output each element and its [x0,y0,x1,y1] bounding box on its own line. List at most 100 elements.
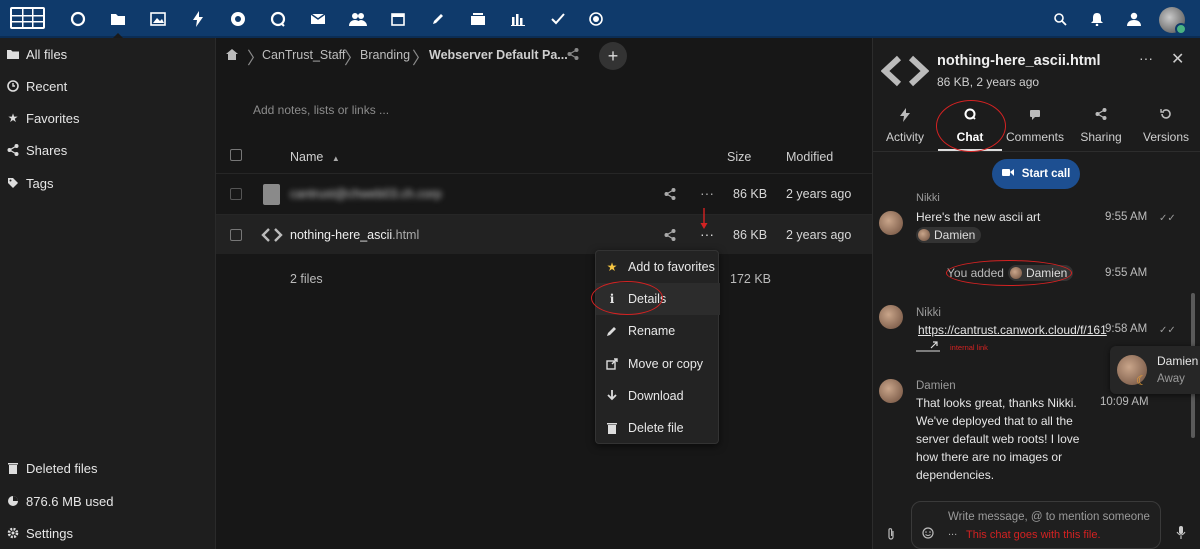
sidebar-item-shares[interactable]: Shares [0,135,216,165]
share-icon[interactable] [664,229,676,244]
sidebar-item-tags[interactable]: Tags [0,168,216,198]
comment-icon [1003,108,1067,124]
row-checkbox[interactable] [230,188,242,200]
checkmark-icon: ✓✓ [1159,213,1176,224]
emoji-icon[interactable] [922,527,934,542]
table-row-selected[interactable]: nothing-here_ascii.html ··· 86 KB 2 year… [216,214,872,254]
circles-icon[interactable] [228,9,248,29]
tab-comments[interactable]: Comments [1003,108,1067,144]
contacts-icon[interactable] [348,9,368,29]
start-call-label: Start call [1021,168,1071,180]
menu-item-download[interactable]: Download [596,380,720,412]
talk-icon [938,108,1002,124]
avatar[interactable] [879,211,903,235]
tab-label: Versions [1142,130,1190,144]
message-input[interactable]: Write message, @ to mention someone [948,511,1150,523]
mail-icon[interactable] [308,9,328,29]
file-count: 2 files [290,272,323,286]
sidebar-item-settings[interactable]: Settings [0,518,216,548]
files-icon[interactable] [108,9,128,38]
total-size: 172 KB [730,272,772,286]
sidebar-item-all-files[interactable]: All files [0,39,216,69]
file-name[interactable]: cantrust@chweb03.ch.corp [290,187,442,201]
star-icon: ★ [606,260,618,274]
bell-icon[interactable] [1087,9,1107,29]
message-link[interactable]: https://cantrust.canwork.cloud/f/161 [918,321,1107,339]
dashboard-icon[interactable] [68,9,88,29]
sidebar-item-recent[interactable]: Recent [0,71,216,101]
file-name[interactable]: nothing-here_ascii.html [290,228,419,242]
tab-sharing[interactable]: Sharing [1069,108,1133,144]
share-folder-icon[interactable] [567,48,579,63]
menu-item-delete-file[interactable]: Delete file [596,412,720,444]
message-time: 9:55 AM [1105,267,1148,279]
open-link-icon[interactable] [916,340,942,355]
attachment-icon[interactable] [887,527,895,543]
talk-icon[interactable] [268,9,288,29]
gear-icon [0,527,26,539]
breadcrumb-current[interactable]: Webserver Default Pa... [429,48,568,62]
more-options-icon[interactable]: ··· [1139,50,1153,66]
column-header-name[interactable]: Name ▲ [290,150,340,164]
menu-item-rename[interactable]: Rename [596,315,720,347]
contacts-menu-icon[interactable] [1124,9,1144,29]
avatar [918,229,930,241]
annotation-internal-link: internal link [950,343,988,352]
user-avatar[interactable] [1159,7,1187,35]
tab-chat[interactable]: Chat [938,108,1002,144]
table-row[interactable]: cantrust@chweb03.ch.corp ··· 86 KB 2 yea… [216,173,872,213]
mention-chip[interactable]: Damien [916,227,982,244]
breadcrumb-item[interactable]: Branding [360,48,410,62]
calendar-icon[interactable] [388,9,408,29]
sidebar-item-deleted-files[interactable]: Deleted files [0,453,216,483]
column-header-name-label: Name [290,150,324,164]
menu-item-move-or-copy[interactable]: Move or copy [596,348,720,380]
notes-icon[interactable] [428,9,448,29]
notes-input[interactable]: Add notes, lists or links ... [253,103,389,117]
menu-item-label: Add to favorites [628,260,715,274]
start-call-button[interactable]: Start call [992,159,1080,189]
menu-item-add-to-favorites[interactable]: ★ Add to favorites [596,251,720,283]
tabs-divider [873,151,1200,152]
message-author: Nikki [916,307,941,319]
menu-item-details[interactable]: i Details [596,283,720,315]
activity-icon[interactable] [188,9,208,29]
sidebar-item-favorites[interactable]: ★ Favorites [0,103,216,133]
row-checkbox[interactable] [230,229,242,241]
file-extension: .html [392,228,420,242]
mention-chip[interactable]: Damien [1007,265,1074,281]
pencil-icon [596,325,628,337]
mention-name: Damien [934,228,976,242]
presence-card[interactable]: ☾ Damien Away [1110,346,1200,394]
app-logo[interactable] [10,7,45,29]
message-author: Damien [916,380,956,392]
message-composer[interactable]: Write message, @ to mention someone ... … [911,501,1161,549]
sidebar-item-label: Recent [26,78,68,94]
avatar[interactable] [879,305,903,329]
file-icon [263,184,280,205]
new-button[interactable]: + [599,42,627,70]
photos-icon[interactable] [148,9,168,29]
more-actions-icon[interactable]: ··· [700,185,714,201]
settings-icon[interactable] [586,9,606,29]
column-header-modified[interactable]: Modified [786,150,833,164]
avatar[interactable] [879,379,903,403]
share-icon[interactable] [664,188,676,203]
tab-versions[interactable]: Versions [1134,108,1198,144]
search-icon[interactable] [1050,9,1070,29]
tasks-icon[interactable] [548,9,568,29]
analytics-icon[interactable] [508,9,528,29]
more-icon[interactable]: ... [948,526,957,538]
microphone-icon[interactable] [1176,526,1186,542]
info-icon: i [609,292,615,306]
home-icon[interactable] [226,48,238,63]
storage-quota[interactable]: 876.6 MB used [0,486,216,516]
system-message-prefix: You added [947,266,1004,280]
breadcrumb-item[interactable]: CanTrust_Staff [262,48,345,62]
column-header-size[interactable]: Size [727,150,751,164]
close-icon[interactable]: ✕ [1171,49,1184,69]
tab-activity[interactable]: Activity [873,108,937,144]
deck-icon[interactable] [468,9,488,29]
share-icon [1069,108,1133,124]
select-all-checkbox[interactable] [230,149,242,161]
